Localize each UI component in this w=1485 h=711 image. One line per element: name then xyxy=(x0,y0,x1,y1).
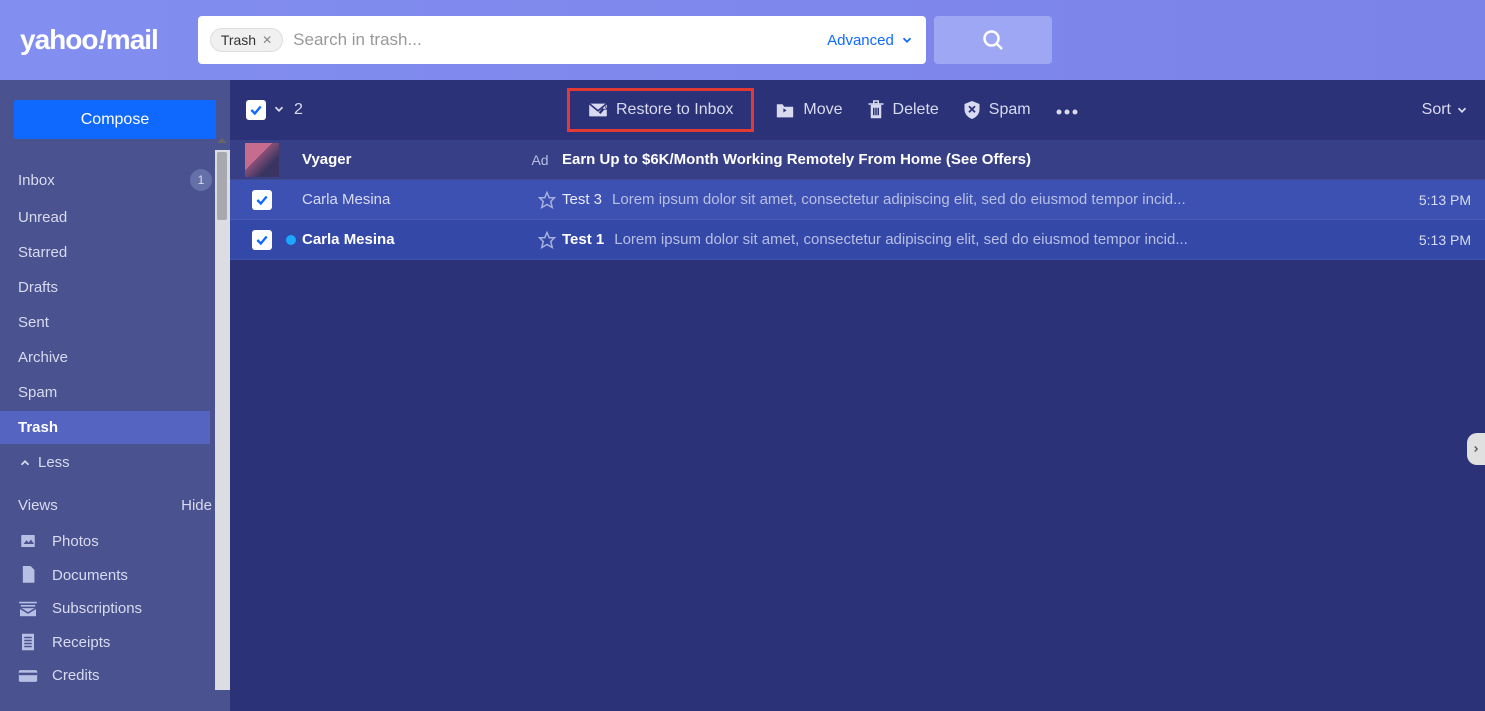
view-credits[interactable]: Credits xyxy=(0,659,230,692)
message-row[interactable]: Carla Mesina Test 1 Lorem ipsum dolor si… xyxy=(230,220,1485,260)
view-photos[interactable]: Photos xyxy=(0,524,230,558)
row-checkbox[interactable] xyxy=(252,190,272,210)
select-all-checkbox[interactable] xyxy=(246,100,266,120)
search-icon xyxy=(981,28,1005,52)
expand-panel-tab[interactable] xyxy=(1467,433,1485,465)
move-button[interactable]: Move xyxy=(775,101,842,119)
inbox-count-badge: 1 xyxy=(190,169,212,191)
ad-badge: Ad xyxy=(531,152,548,168)
trash-icon xyxy=(867,100,885,120)
yahoo-mail-logo[interactable]: yahoo!mail xyxy=(20,24,158,56)
delete-button[interactable]: Delete xyxy=(867,100,939,120)
shield-x-icon xyxy=(963,100,981,120)
message-toolbar: 2 Restore to Inbox Move Delete Spam xyxy=(230,80,1485,140)
credits-icon xyxy=(18,669,38,683)
spam-button[interactable]: Spam xyxy=(963,100,1031,120)
sidebar-item-spam[interactable]: Spam xyxy=(0,376,230,409)
advanced-search-link[interactable]: Advanced xyxy=(827,32,914,49)
sidebar-item-unread[interactable]: Unread xyxy=(0,201,230,234)
search-box[interactable]: Trash ✕ Advanced xyxy=(198,16,926,64)
sidebar-item-drafts[interactable]: Drafts xyxy=(0,271,230,304)
content-pane: 2 Restore to Inbox Move Delete Spam xyxy=(230,80,1485,711)
ad-thumbnail xyxy=(245,143,279,177)
message-sender: Carla Mesina xyxy=(302,231,532,248)
sidebar-collapse-less[interactable]: Less xyxy=(0,446,230,479)
chevron-right-icon xyxy=(1471,442,1481,456)
sidebar-item-inbox[interactable]: Inbox 1 xyxy=(0,161,230,199)
views-hide-link[interactable]: Hide xyxy=(181,497,212,514)
scroll-up-arrow[interactable] xyxy=(217,138,227,143)
chevron-down-icon xyxy=(272,102,286,116)
message-preview: Lorem ipsum dolor sit amet, consectetur … xyxy=(614,231,1391,248)
search-filter-chip[interactable]: Trash ✕ xyxy=(210,28,283,52)
message-preview: Lorem ipsum dolor sit amet, consectetur … xyxy=(612,191,1391,208)
message-subject: Test 1 xyxy=(562,231,604,248)
selected-count: 2 xyxy=(294,101,303,119)
move-icon xyxy=(775,101,795,119)
unread-indicator xyxy=(286,235,296,245)
message-sender: Carla Mesina xyxy=(302,191,532,208)
sidebar: Compose Inbox 1 Unread Starred Drafts Se… xyxy=(0,80,230,711)
view-documents[interactable]: Documents xyxy=(0,558,230,592)
message-subject: Test 3 xyxy=(562,191,602,208)
subscriptions-icon xyxy=(18,601,38,617)
select-dropdown[interactable] xyxy=(272,102,286,119)
view-receipts[interactable]: Receipts xyxy=(0,625,230,659)
more-icon xyxy=(1055,109,1079,115)
restore-to-inbox-button[interactable]: Restore to Inbox xyxy=(567,88,754,132)
documents-icon xyxy=(18,566,38,584)
receipts-icon xyxy=(18,633,38,651)
ad-row[interactable]: Vyager Ad Earn Up to $6K/Month Working R… xyxy=(230,140,1485,180)
sort-button[interactable]: Sort xyxy=(1422,101,1469,119)
sidebar-item-sent[interactable]: Sent xyxy=(0,306,230,339)
message-row[interactable]: Carla Mesina Test 3 Lorem ipsum dolor si… xyxy=(230,180,1485,220)
remove-chip-icon[interactable]: ✕ xyxy=(262,33,272,47)
ad-headline: Earn Up to $6K/Month Working Remotely Fr… xyxy=(562,151,1031,168)
message-time: 5:13 PM xyxy=(1391,232,1471,248)
message-time: 5:13 PM xyxy=(1391,192,1471,208)
sidebar-scrollbar[interactable] xyxy=(215,150,230,690)
photos-icon xyxy=(18,532,38,550)
sidebar-item-archive[interactable]: Archive xyxy=(0,341,230,374)
sidebar-item-trash[interactable]: Trash xyxy=(0,411,210,444)
view-subscriptions[interactable]: Subscriptions xyxy=(0,592,230,625)
row-checkbox[interactable] xyxy=(252,230,272,250)
views-header: Views xyxy=(18,497,58,514)
chevron-down-icon xyxy=(900,33,914,47)
search-input[interactable] xyxy=(293,30,817,50)
more-actions-button[interactable] xyxy=(1055,102,1079,118)
scrollbar-thumb[interactable] xyxy=(217,152,227,220)
star-icon[interactable] xyxy=(538,231,556,249)
compose-button[interactable]: Compose xyxy=(14,100,216,139)
search-chip-label: Trash xyxy=(221,32,256,48)
ad-sender: Vyager xyxy=(302,151,532,168)
message-list: Vyager Ad Earn Up to $6K/Month Working R… xyxy=(230,140,1485,260)
chevron-up-icon xyxy=(18,456,32,470)
sidebar-item-starred[interactable]: Starred xyxy=(0,236,230,269)
search-button[interactable] xyxy=(934,16,1052,64)
restore-icon xyxy=(588,102,608,118)
star-icon[interactable] xyxy=(538,191,556,209)
chevron-down-icon xyxy=(1455,103,1469,117)
